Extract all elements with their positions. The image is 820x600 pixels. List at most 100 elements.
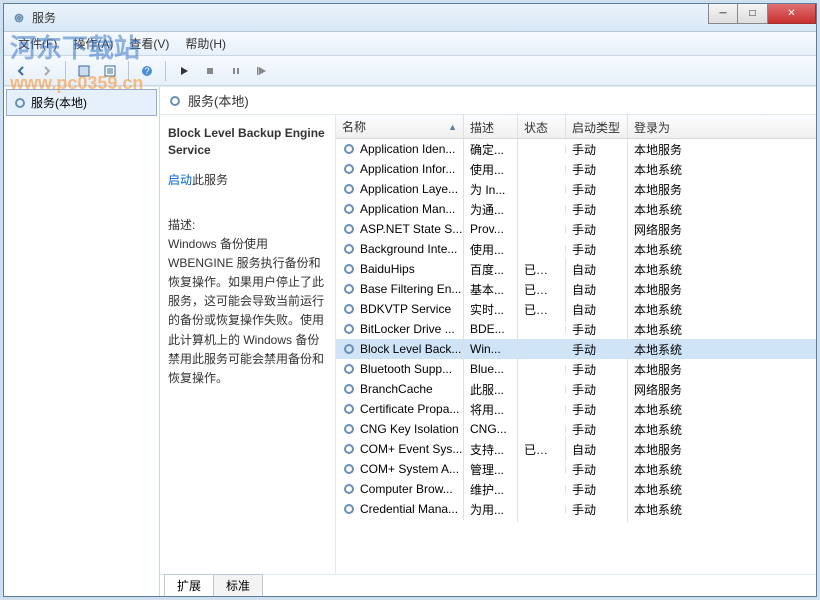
cell-status: 已启动 <box>518 297 566 322</box>
cell-start: 手动 <box>566 497 628 522</box>
maximize-button[interactable]: □ <box>738 4 768 24</box>
gear-icon <box>342 502 356 516</box>
gear-icon <box>342 422 356 436</box>
forward-button[interactable] <box>36 60 58 82</box>
help-button[interactable]: ? <box>136 60 158 82</box>
gear-icon <box>342 342 356 356</box>
start-service-line: 启动此服务 <box>168 171 327 188</box>
back-button[interactable] <box>10 60 32 82</box>
service-description: Windows 备份使用 WBENGINE 服务执行备份和恢复操作。如果用户停止… <box>168 235 327 389</box>
column-headers: 名称▲ 描述 状态 启动类型 登录为 <box>336 115 816 139</box>
selected-service-title: Block Level Backup Engine Service <box>168 125 327 159</box>
start-service-link[interactable]: 启动 <box>168 173 192 187</box>
cell-status <box>518 405 566 413</box>
tab-standard[interactable]: 标准 <box>213 574 263 596</box>
restart-button[interactable] <box>251 60 273 82</box>
minimize-button[interactable]: ─ <box>708 4 738 24</box>
cell-logon: 本地系统 <box>628 497 708 522</box>
list-body[interactable]: Application Iden...确定...手动本地服务Applicatio… <box>336 139 816 574</box>
cell-name: Application Iden... <box>336 139 464 160</box>
col-start[interactable]: 启动类型 <box>566 115 628 138</box>
col-status[interactable]: 状态 <box>518 115 566 138</box>
cell-name: Application Infor... <box>336 158 464 180</box>
services-icon <box>12 11 26 25</box>
nav-label: 服务(本地) <box>31 94 87 111</box>
gear-icon <box>342 222 356 236</box>
col-desc[interactable]: 描述 <box>464 115 518 138</box>
gear-icon <box>342 202 356 216</box>
sort-asc-icon: ▲ <box>448 122 457 132</box>
cell-name: Certificate Propa... <box>336 398 464 420</box>
window-controls: ─ □ ✕ <box>708 4 816 24</box>
export-button[interactable] <box>99 60 121 82</box>
gear-icon <box>342 282 356 296</box>
pause-button[interactable] <box>225 60 247 82</box>
cell-name: Computer Brow... <box>336 478 464 500</box>
cell-name: BitLocker Drive ... <box>336 318 464 340</box>
cell-name: Base Filtering En... <box>336 278 464 300</box>
gear-icon <box>342 322 356 336</box>
cell-desc: 为用... <box>464 497 518 522</box>
table-row[interactable]: Credential Mana...为用... 手动本地系统 <box>336 499 816 519</box>
cell-status <box>518 505 566 513</box>
col-logon[interactable]: 登录为 <box>628 115 708 138</box>
tab-extended[interactable]: 扩展 <box>164 574 214 596</box>
cell-name: CNG Key Isolation <box>336 418 464 440</box>
cell-status <box>518 465 566 473</box>
body: 服务(本地) 服务(本地) Block Level Backup Engine … <box>4 86 816 596</box>
cell-status <box>518 225 566 233</box>
col-name[interactable]: 名称▲ <box>336 115 464 138</box>
cell-name: Block Level Back... <box>336 338 464 360</box>
cell-name: BDKVTP Service <box>336 298 464 320</box>
window-title: 服务 <box>32 9 56 26</box>
cell-name: Credential Mana... <box>336 498 464 520</box>
start-button[interactable] <box>173 60 195 82</box>
gear-icon <box>342 482 356 496</box>
gear-icon <box>168 94 182 108</box>
main-header: 服务(本地) <box>160 87 816 115</box>
titlebar: 服务 ─ □ ✕ <box>4 4 816 32</box>
separator <box>65 61 66 81</box>
menubar: 文件(F) 操作(A) 查看(V) 帮助(H) <box>4 32 816 56</box>
gear-icon <box>342 362 356 376</box>
cell-name: COM+ System A... <box>336 458 464 480</box>
gear-icon <box>342 442 356 456</box>
gear-icon <box>342 262 356 276</box>
menu-action[interactable]: 操作(A) <box>65 32 121 55</box>
gear-icon <box>342 142 356 156</box>
menu-view[interactable]: 查看(V) <box>121 32 177 55</box>
gear-icon <box>342 462 356 476</box>
gear-icon <box>342 302 356 316</box>
cell-name: BaiduHips <box>336 258 464 280</box>
tabs: 扩展 标准 <box>160 574 816 596</box>
nav-pane: 服务(本地) <box>4 87 160 596</box>
menu-help[interactable]: 帮助(H) <box>177 32 234 55</box>
start-suffix: 此服务 <box>192 173 228 187</box>
cell-status <box>518 365 566 373</box>
cell-status <box>518 425 566 433</box>
cell-status <box>518 385 566 393</box>
cell-status <box>518 205 566 213</box>
cell-name: Application Man... <box>336 198 464 220</box>
gear-icon <box>342 402 356 416</box>
stop-button[interactable] <box>199 60 221 82</box>
cell-name: BranchCache <box>336 378 464 400</box>
separator <box>165 61 166 81</box>
main-pane: 服务(本地) Block Level Backup Engine Service… <box>160 87 816 596</box>
separator <box>128 61 129 81</box>
svg-text:?: ? <box>144 66 149 76</box>
gear-icon <box>342 242 356 256</box>
toolbar: ? <box>4 56 816 86</box>
cell-status <box>518 345 566 353</box>
cell-status <box>518 185 566 193</box>
cell-status <box>518 165 566 173</box>
main-heading: 服务(本地) <box>188 91 249 110</box>
properties-button[interactable] <box>73 60 95 82</box>
menu-file[interactable]: 文件(F) <box>10 32 65 55</box>
nav-services-local[interactable]: 服务(本地) <box>6 89 157 116</box>
close-button[interactable]: ✕ <box>768 4 816 24</box>
gear-icon <box>342 162 356 176</box>
cell-status: 已启动 <box>518 437 566 462</box>
cell-name: Background Inte... <box>336 238 464 260</box>
gear-icon <box>342 182 356 196</box>
